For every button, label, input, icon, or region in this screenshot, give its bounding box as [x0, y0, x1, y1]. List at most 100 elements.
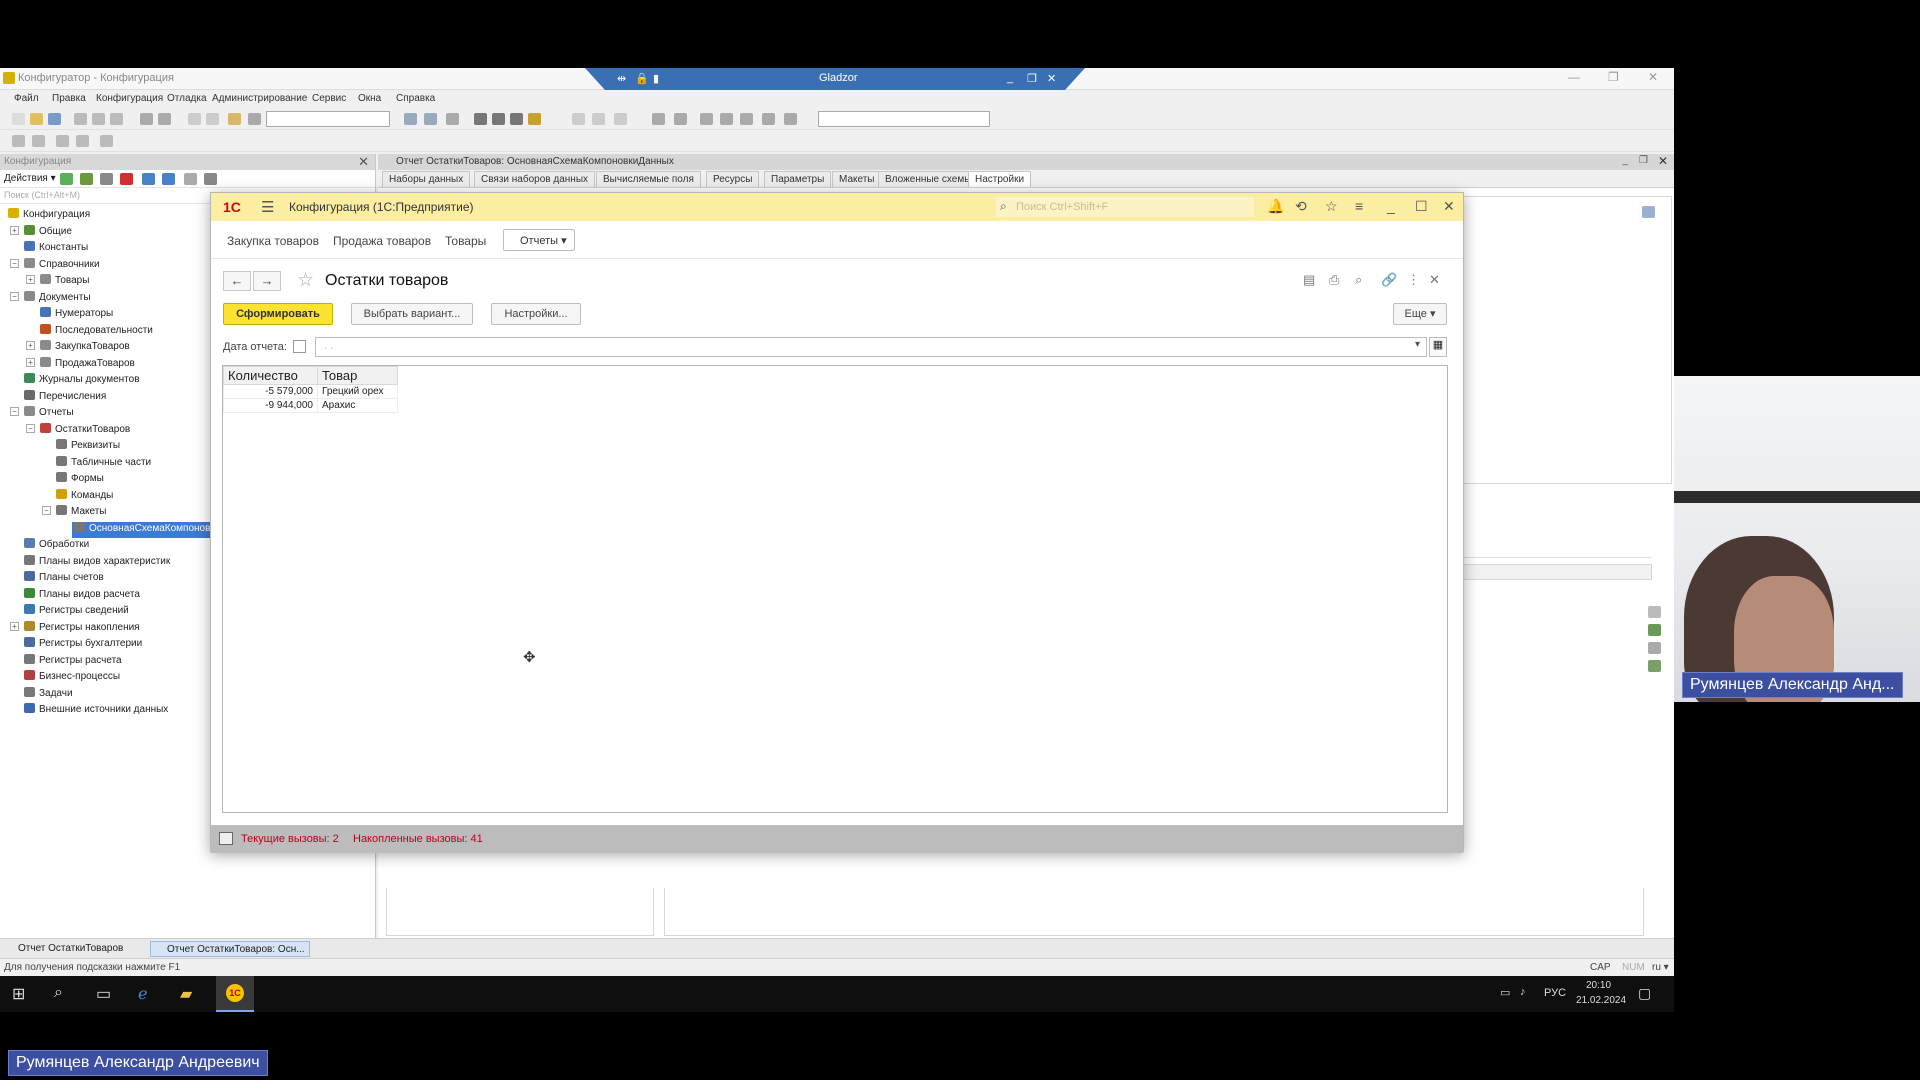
move-down-icon[interactable] [162, 173, 175, 185]
panel-close-icon[interactable]: ✕ [358, 154, 369, 170]
cut-icon[interactable] [74, 113, 87, 125]
tree-item[interactable]: Регистры бухгалтерии [24, 637, 142, 653]
edit-icon[interactable] [80, 173, 93, 185]
notifications-icon[interactable]: ▢ [1638, 985, 1651, 1002]
actions-menu[interactable]: Действия ▾ [4, 173, 56, 184]
print-report-icon[interactable]: ⎙ [1329, 272, 1339, 288]
tree-item[interactable]: Регистры сведений [24, 604, 129, 620]
tree-expander-icon[interactable]: − [10, 407, 19, 416]
menu-edit[interactable]: Правка [52, 93, 86, 104]
global-search-input[interactable]: ⌕ Поиск Ctrl+Shift+F [996, 197, 1254, 217]
tree-item[interactable]: Задачи [24, 686, 73, 703]
tree-item[interactable]: Последовательности [40, 323, 153, 340]
menu-file[interactable]: Файл [14, 93, 39, 104]
tree-item[interactable]: + ПродажаТоваров [26, 356, 135, 373]
toolbar-combo[interactable] [818, 111, 990, 127]
tree-item[interactable]: Конфигурация [8, 208, 90, 224]
editor-tab[interactable]: Настройки [968, 171, 1032, 187]
favorites-star-icon[interactable]: ☆ [1325, 198, 1338, 215]
tree-item[interactable]: ОсновнаяСхемаКомпоновки [72, 521, 223, 538]
tree-item[interactable]: + Товары [26, 274, 89, 290]
clock-time[interactable]: 20:10 [1586, 980, 1611, 991]
tree-item[interactable]: Внешние источники данных [24, 703, 168, 719]
tree-item[interactable]: − ОстаткиТоваров [26, 422, 130, 439]
tree-item[interactable]: − Отчеты [10, 406, 74, 422]
windows-start-icon[interactable]: ⊞ [12, 984, 25, 1004]
report-result-area[interactable]: Количество Товар -5 579,000 Грецкий орех… [222, 365, 1448, 813]
hamburger-menu-icon[interactable]: ☰ [261, 198, 274, 216]
edge-browser-icon[interactable]: ℯ [138, 984, 147, 1004]
performance-icon[interactable] [219, 832, 233, 845]
tool-icon-6[interactable] [572, 113, 585, 125]
tree-item[interactable]: Планы видов расчета [24, 587, 140, 604]
tree-expander-icon[interactable]: + [26, 275, 35, 284]
tool-icon-10[interactable] [674, 113, 687, 125]
editor-tab[interactable]: Наборы данных [382, 171, 471, 187]
save-report-icon[interactable]: ▤ [1303, 272, 1315, 288]
status-lang[interactable]: ru ▾ [1652, 962, 1669, 973]
ent-close-icon[interactable]: ✕ [1443, 198, 1455, 215]
tree-item[interactable]: Команды [56, 488, 113, 505]
find-icon[interactable] [228, 113, 241, 125]
open-icon[interactable] [30, 113, 43, 125]
tool-icon-9[interactable] [652, 113, 665, 125]
copy-icon[interactable] [92, 113, 105, 125]
close-icon[interactable]: ✕ [1648, 70, 1658, 84]
table-row[interactable]: -9 944,000 Арахис [223, 398, 398, 413]
tree-item[interactable]: Бизнес-процессы [24, 670, 120, 686]
tree-item[interactable]: Реквизиты [56, 439, 120, 455]
tree-item[interactable]: + ЗакупкаТоваров [26, 340, 130, 356]
find-prev-icon[interactable] [424, 113, 437, 125]
tree-item[interactable]: Обработки [24, 538, 89, 554]
tree-item[interactable]: − Справочники [10, 257, 100, 274]
taskbar-search-icon[interactable]: ⌕ [54, 984, 63, 1002]
chevron-down-icon[interactable]: ▾ [1415, 339, 1420, 350]
find-next-icon[interactable] [404, 113, 417, 125]
tree-expander-icon[interactable]: − [10, 291, 19, 301]
move-up-icon[interactable] [142, 173, 155, 185]
tool-icon-18[interactable] [56, 135, 69, 147]
report-date-input[interactable]: . . ▾ [315, 337, 1427, 357]
search-icon[interactable] [248, 113, 261, 125]
tool-icon-3[interactable] [492, 113, 505, 125]
section-goods[interactable]: Товары [445, 234, 486, 248]
save-icon[interactable] [48, 113, 61, 125]
remote-close-icon[interactable]: ✕ [1047, 72, 1056, 85]
sort-icon[interactable] [184, 173, 197, 185]
tool-icon-17[interactable] [32, 135, 45, 147]
task-view-icon[interactable]: ▭ [96, 984, 111, 1004]
tree-item[interactable]: + Общие [10, 224, 72, 241]
network-icon[interactable]: ▭ [1500, 986, 1510, 999]
tree-item[interactable]: − Макеты [42, 505, 107, 521]
form-close-icon[interactable]: ✕ [1429, 272, 1440, 288]
forward-arrow-icon[interactable]: → [253, 271, 281, 291]
restore-icon[interactable]: ❐ [1608, 70, 1619, 84]
link-icon[interactable]: 🔗 [1381, 272, 1397, 288]
new-icon[interactable] [12, 113, 25, 125]
tree-item[interactable]: Планы счетов [24, 571, 104, 587]
tree-item[interactable]: Константы [24, 241, 88, 257]
redo-icon[interactable] [206, 113, 219, 125]
tool-icon-20[interactable] [100, 135, 113, 147]
editor-restore-icon[interactable]: ❐ [1639, 155, 1648, 166]
editor-close-icon[interactable]: ✕ [1658, 154, 1668, 168]
tree-expander-icon[interactable]: + [26, 341, 35, 350]
menu-administration[interactable]: Администрирование [212, 93, 307, 104]
ent-maximize-icon[interactable]: ☐ [1415, 198, 1428, 215]
copy-item-icon[interactable] [100, 173, 113, 185]
settings-add-icon[interactable] [1648, 624, 1661, 636]
input-language[interactable]: РУС [1544, 987, 1566, 999]
menu-help[interactable]: Справка [396, 93, 435, 104]
tree-expander-icon[interactable]: + [10, 225, 19, 235]
more-button[interactable]: Еще ▾ [1393, 303, 1447, 325]
tool-icon-16[interactable] [12, 135, 25, 147]
generate-button[interactable]: Сформировать [223, 303, 333, 325]
search-combo[interactable] [266, 111, 390, 127]
tool-icon-4[interactable] [510, 113, 523, 125]
editor-tab[interactable]: Вложенные схемы [878, 171, 979, 187]
reports-button[interactable]: Отчеты ▾ [503, 229, 575, 251]
report-date-checkbox[interactable] [293, 340, 306, 353]
pin-icon[interactable]: ⇹ [617, 72, 626, 85]
back-arrow-icon[interactable]: ← [223, 271, 251, 291]
menu-windows[interactable]: Окна [358, 93, 381, 104]
